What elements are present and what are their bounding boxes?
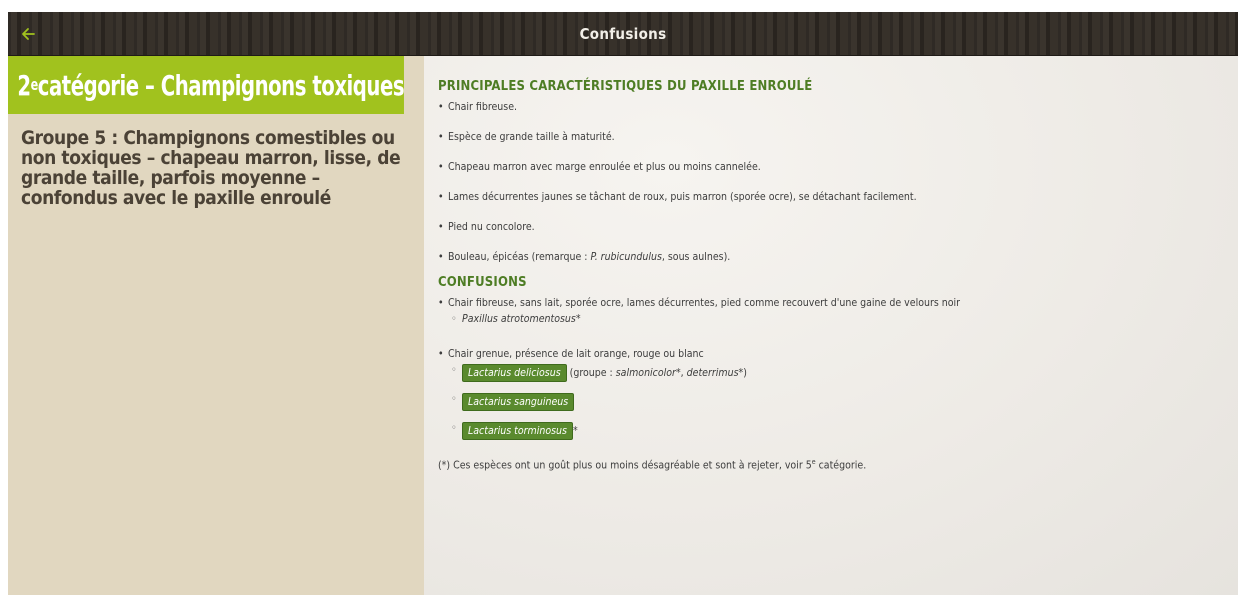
sidebar: 2e catégorie – Champignons toxiques Grou… (8, 56, 424, 595)
habitat-species: P. rubicundulus (590, 251, 662, 263)
confusion-species-list: Lactarius deliciosus (groupe : salmonico… (448, 364, 1224, 440)
species-link-torminosus[interactable]: Lactarius torminosus (462, 422, 573, 440)
species-star: * (575, 313, 581, 325)
species-item: Lactarius deliciosus (groupe : salmonico… (448, 364, 1224, 382)
confusion-item: Chair fibreuse, sans lait, sporée ocre, … (438, 297, 1224, 326)
characteristics-list: Chair fibreuse. Espèce de grande taille … (438, 101, 1224, 264)
list-item: Pied nu concolore. (438, 221, 1224, 234)
confusions-heading: CONFUSIONS (438, 275, 527, 290)
species-star: * (572, 425, 578, 437)
list-item: Espèce de grande taille à maturité. (438, 131, 1224, 144)
list-item: Chapeau marron avec marge enroulée et pl… (438, 161, 1224, 174)
footnote-text-end: catégorie. (815, 459, 867, 472)
species-link-deliciosus[interactable]: Lactarius deliciosus (462, 364, 567, 382)
species-item: Lactarius torminosus* (448, 422, 1224, 440)
page-title: Confusions (579, 25, 667, 43)
group-species: salmonicolor (615, 367, 676, 379)
category-label: catégorie – Champignons toxiques (37, 68, 405, 102)
group-species: deterrimus (686, 367, 739, 379)
confusion-description: Chair fibreuse, sans lait, sporée ocre, … (448, 297, 961, 309)
species-item: Paxillus atrotomentosus* (448, 313, 1224, 326)
confusion-item: Chair grenue, présence de lait orange, r… (438, 348, 1224, 440)
confusions-list: Chair fibreuse, sans lait, sporée ocre, … (438, 297, 1224, 440)
group-note: (groupe : (569, 367, 616, 379)
list-item: Chair fibreuse. (438, 101, 1224, 114)
species-item: Lactarius sanguineus (448, 393, 1224, 411)
group-note: *, (675, 367, 687, 379)
footnote: (*) Ces espèces ont un goût plus ou moin… (438, 458, 1224, 472)
confusion-species-list: Paxillus atrotomentosus* (448, 313, 1224, 326)
group-description: Groupe 5 : Champignons comestibles ou no… (21, 127, 401, 209)
list-item: Lames décurrentes jaunes se tâchant de r… (438, 191, 1224, 204)
habitat-text-end: , sous aulnes). (661, 251, 731, 263)
habitat-text: Bouleau, épicéas (remarque : (448, 251, 591, 263)
footnote-text: (*) Ces espèces ont un goût plus ou moin… (438, 459, 812, 472)
species-link-sanguineus[interactable]: Lactarius sanguineus (462, 393, 575, 411)
species-name: Paxillus atrotomentosus (462, 313, 576, 325)
app-frame: Confusions 2e catégorie – Champignons to… (8, 12, 1238, 595)
main-content: PRINCIPALES CARACTÉRISTIQUES DU PAXILLE … (424, 56, 1238, 595)
category-number: 2 (17, 68, 31, 102)
category-banner: 2e catégorie – Champignons toxiques (8, 56, 405, 114)
top-bar: Confusions (8, 12, 1238, 56)
confusion-description: Chair grenue, présence de lait orange, r… (448, 348, 704, 360)
characteristics-heading: PRINCIPALES CARACTÉRISTIQUES DU PAXILLE … (438, 79, 813, 94)
list-item-habitat: Bouleau, épicéas (remarque : P. rubicund… (438, 251, 1224, 264)
group-note: *) (738, 367, 747, 379)
